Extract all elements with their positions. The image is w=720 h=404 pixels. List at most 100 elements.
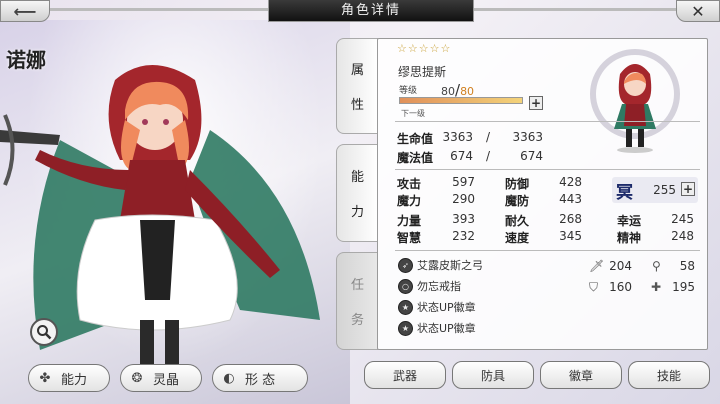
stat-def-label: 防御: [505, 177, 530, 191]
crystal-icon: ❂: [131, 370, 143, 386]
rarity-stars: ☆☆☆☆☆: [397, 42, 452, 55]
ability-button[interactable]: ✤ 能力: [28, 364, 110, 392]
divider: [395, 250, 700, 251]
mp-label: 魔法值: [397, 149, 433, 166]
stat-atk-label: 攻击: [397, 177, 422, 191]
stat-atk-value: 597: [452, 175, 475, 189]
zoom-button[interactable]: [30, 318, 58, 346]
tab-attributes[interactable]: 属 性: [336, 38, 378, 134]
close-icon: ✕: [691, 1, 705, 21]
stat-label: 力量: [397, 212, 421, 229]
equipment-name: 状态UP徽章: [417, 301, 476, 314]
equipment-slot-badge-1[interactable]: ★ 状态UP徽章: [398, 299, 476, 315]
tab-ability-char-2: 力: [350, 205, 364, 220]
armor-button[interactable]: 防具: [452, 361, 534, 389]
tab-attributes-char-2: 性: [350, 98, 364, 113]
stat-def-value: 428: [559, 175, 582, 189]
level-label: 等级: [399, 86, 418, 96]
stat-label: 智慧: [397, 229, 421, 246]
badge-button[interactable]: 徽章: [540, 361, 622, 389]
stat-label: 魔力: [397, 192, 421, 209]
stat-int-value: 232: [452, 229, 475, 243]
stat-label: 精神: [617, 229, 641, 246]
stat-luk-value: 245: [671, 212, 694, 226]
hp-max: 3363: [512, 130, 543, 144]
xp-progress-bar: [399, 97, 523, 104]
mp-slash: /: [486, 149, 491, 163]
stat-end-label: 耐久: [505, 214, 530, 228]
plus-icon: +: [682, 182, 694, 196]
hp-value: 3363: [442, 130, 473, 144]
stat-spi-label: 精神: [617, 231, 642, 245]
ring-icon: ○: [398, 278, 413, 294]
equip-atk-value: 204: [609, 259, 632, 273]
tab-task-char-1: 任: [350, 278, 364, 293]
equipment-name: 艾露皮斯之弓: [417, 259, 483, 272]
equipment-slot-ring[interactable]: ○ 勿忘戒指: [398, 278, 461, 294]
skill-button[interactable]: 技能: [628, 361, 710, 389]
stat-spd-label: 速度: [505, 231, 530, 245]
class-name: 缪思提斯: [398, 65, 447, 79]
stat-int-label: 智慧: [397, 231, 422, 245]
rune-value: 255: [653, 183, 676, 197]
tab-task-char-2: 务: [350, 313, 364, 328]
character-name: 诺娜: [6, 48, 46, 72]
level-up-button[interactable]: +: [529, 96, 543, 110]
hp-label-text: 生命值: [397, 132, 434, 146]
stat-mag-label: 魔力: [397, 194, 422, 208]
form-button[interactable]: ◐ 形 态: [212, 364, 308, 392]
tab-attributes-char-1: 属: [350, 63, 364, 78]
stat-mdef-label: 魔防: [505, 194, 530, 208]
equipment-slot-weapon[interactable]: ➶ 艾露皮斯之弓: [398, 257, 483, 273]
stat-label: 魔防: [505, 192, 529, 209]
stat-spd-value: 345: [559, 229, 582, 243]
stat-spi-value: 248: [671, 229, 694, 243]
stat-label: 攻击: [397, 175, 421, 192]
stat-str-value: 393: [452, 212, 475, 226]
rune-add-button[interactable]: +: [681, 182, 695, 196]
hp-slash: /: [486, 130, 491, 144]
ability-button-label: 能力: [61, 372, 88, 388]
badge-icon: ★: [398, 320, 413, 336]
equipment-slot-badge-2[interactable]: ★ 状态UP徽章: [398, 320, 476, 336]
hp-label: 生命值: [397, 130, 433, 147]
tab-ability[interactable]: 能 力: [336, 144, 378, 242]
equip-mdef-value: 195: [672, 280, 695, 294]
back-button[interactable]: ⟵: [0, 0, 50, 22]
stat-label: 速度: [505, 229, 529, 246]
chibi-portrait: [590, 49, 680, 153]
page-title: 角色详情: [268, 0, 474, 22]
weapon-button[interactable]: 武器: [364, 361, 446, 389]
stat-end-value: 268: [559, 212, 582, 226]
mp-max: 674: [520, 149, 543, 163]
close-button[interactable]: ✕: [676, 0, 720, 22]
equip-def-value: 160: [609, 280, 632, 294]
clover-icon: ✤: [39, 370, 51, 386]
stat-str-label: 力量: [397, 214, 422, 228]
plus-icon: +: [530, 96, 542, 110]
stat-label: 幸运: [617, 212, 641, 229]
stat-label: 防御: [505, 175, 529, 192]
stat-mag-value: 290: [452, 192, 475, 206]
mp-value: 674: [450, 149, 473, 163]
tab-task[interactable]: 任 务: [336, 252, 378, 350]
badge-icon: ★: [398, 299, 413, 315]
form-button-label: 形 态: [245, 372, 276, 388]
magnifier-icon: [37, 325, 52, 340]
next-level-label: 下一级: [401, 109, 425, 118]
stat-mdef-value: 443: [559, 192, 582, 206]
tab-ability-char-1: 能: [350, 170, 364, 185]
stat-label: 耐久: [505, 212, 529, 229]
stat-luk-label: 幸运: [617, 214, 642, 228]
divider: [395, 169, 700, 170]
crystal-button[interactable]: ❂ 灵晶: [120, 364, 202, 392]
equipment-name: 勿忘戒指: [417, 280, 461, 293]
bow-icon: ➶: [398, 257, 413, 273]
equipment-name: 状态UP徽章: [417, 322, 476, 335]
character-artwork: [0, 20, 350, 404]
mask-icon: ◐: [223, 370, 235, 386]
arrow-left-icon: ⟵: [13, 1, 37, 21]
crystal-button-label: 灵晶: [153, 372, 180, 388]
rune-glyph: 冥: [616, 183, 633, 203]
divider: [395, 121, 700, 122]
